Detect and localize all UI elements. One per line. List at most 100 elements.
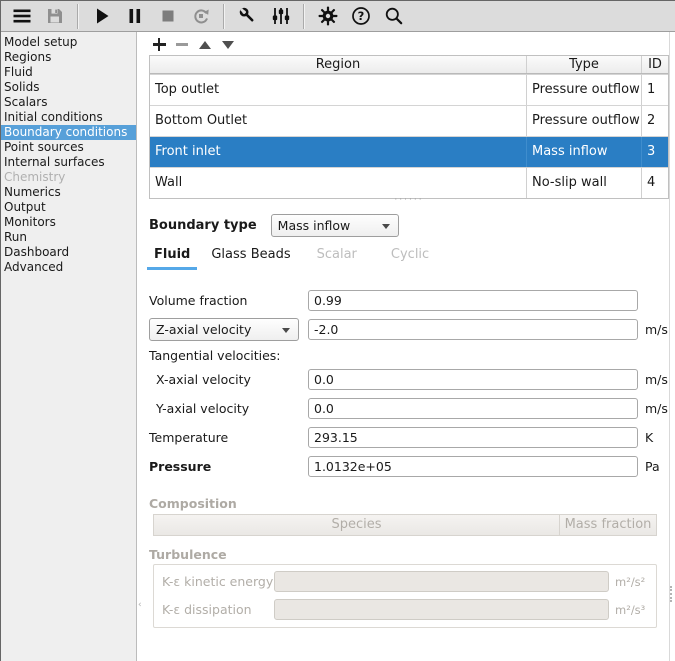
- axial-velocity-row: Z-axial velocity m/s: [149, 319, 669, 340]
- sidebar-item-run[interactable]: Run: [1, 230, 136, 245]
- cell-region: Front inlet: [150, 137, 527, 167]
- region-table-controls: [149, 36, 241, 53]
- move-region-down-button[interactable]: [218, 36, 238, 53]
- sidebar-item-dashboard[interactable]: Dashboard: [1, 245, 136, 260]
- temperature-label: Temperature: [149, 430, 308, 445]
- cell-type: Mass inflow: [527, 137, 642, 167]
- application-window: ? Model setup Regions Fluid Solids Scala…: [0, 0, 675, 661]
- x-axial-velocity-input[interactable]: [308, 369, 638, 390]
- sidebar-item-monitors[interactable]: Monitors: [1, 215, 136, 230]
- table-row[interactable]: Wall No-slip wall 4: [150, 167, 668, 198]
- boundary-type-select[interactable]: Mass inflow: [271, 214, 399, 237]
- sidebar-item-numerics[interactable]: Numerics: [1, 185, 136, 200]
- volume-fraction-label: Volume fraction: [149, 293, 308, 308]
- composition-table: Species Mass fraction: [153, 514, 657, 536]
- search-button[interactable]: [377, 3, 410, 29]
- column-header-region[interactable]: Region: [150, 56, 527, 73]
- reset-button: [184, 3, 217, 29]
- help-button[interactable]: ?: [344, 3, 377, 29]
- turbulence-section-title: Turbulence: [149, 547, 227, 562]
- ke-dissipation-row: K-ε dissipation m²/s³: [162, 599, 648, 620]
- ke-dissipation-label: K-ε dissipation: [162, 602, 274, 617]
- gear-icon: [317, 5, 339, 27]
- search-icon: [383, 5, 405, 27]
- pane-right-border: [669, 32, 670, 661]
- y-axial-velocity-input[interactable]: [308, 398, 638, 419]
- cell-region: Bottom Outlet: [150, 106, 527, 136]
- sidebar-item-regions[interactable]: Regions: [1, 50, 136, 65]
- toolbar-separator: [77, 4, 79, 29]
- cell-type: No-slip wall: [527, 168, 642, 198]
- sidebar-item-solids[interactable]: Solids: [1, 80, 136, 95]
- axial-velocity-unit: m/s: [645, 322, 668, 337]
- temperature-input[interactable]: [308, 427, 638, 448]
- pause-button[interactable]: [118, 3, 151, 29]
- sidebar-item-output[interactable]: Output: [1, 200, 136, 215]
- add-region-button[interactable]: [149, 36, 169, 53]
- save-button: [38, 3, 71, 29]
- pressure-input[interactable]: [308, 456, 638, 477]
- triangle-up-icon: [199, 41, 211, 49]
- boundary-type-row: Boundary type Mass inflow: [149, 214, 399, 237]
- ke-kinetic-energy-unit: m²/s²: [615, 575, 645, 589]
- wrench-icon: [237, 5, 259, 27]
- menu-button[interactable]: [5, 3, 38, 29]
- cell-id: 2: [642, 106, 668, 136]
- sidebar-item-scalars[interactable]: Scalars: [1, 95, 136, 110]
- remove-region-button: [172, 36, 192, 53]
- help-icon: ?: [350, 5, 372, 27]
- axial-velocity-selected-option: Z-axial velocity: [156, 322, 251, 337]
- stop-button: [151, 3, 184, 29]
- x-axial-velocity-label: X-axial velocity: [149, 372, 308, 387]
- settings-button[interactable]: [311, 3, 344, 29]
- table-row-selected[interactable]: Front inlet Mass inflow 3: [150, 136, 668, 167]
- regions-table-header: Region Type ID: [150, 56, 668, 74]
- parameters-button[interactable]: [264, 3, 297, 29]
- y-axial-velocity-unit: m/s: [645, 401, 668, 416]
- volume-fraction-input[interactable]: [308, 290, 638, 311]
- horizontal-splitter-handle[interactable]: ······: [149, 196, 669, 204]
- temperature-unit: K: [645, 430, 653, 445]
- ke-dissipation-unit: m²/s³: [615, 603, 645, 617]
- vertical-splitter-handle[interactable]: [670, 586, 674, 602]
- column-header-type[interactable]: Type: [527, 56, 642, 73]
- sidebar-item-internal-surfaces[interactable]: Internal surfaces: [1, 155, 136, 170]
- sidebar-item-point-sources[interactable]: Point sources: [1, 140, 136, 155]
- run-button[interactable]: [85, 3, 118, 29]
- chevron-down-icon: [282, 328, 290, 333]
- minus-icon: [176, 43, 188, 45]
- tangential-velocities-heading: Tangential velocities:: [149, 348, 669, 364]
- cell-id: 4: [642, 168, 668, 198]
- pressure-label: Pressure: [149, 459, 308, 474]
- move-region-up-button[interactable]: [195, 36, 215, 53]
- sidebar-item-fluid[interactable]: Fluid: [1, 65, 136, 80]
- cell-id: 3: [642, 137, 668, 167]
- fluid-form: Volume fraction Z-axial velocity m/s Tan…: [149, 290, 669, 485]
- phase-tabs: Fluid Glass Beads Scalar Cyclic: [147, 244, 431, 270]
- column-header-id[interactable]: ID: [642, 56, 668, 73]
- sidebar-item-advanced[interactable]: Advanced: [1, 260, 136, 275]
- reset-icon: [190, 5, 212, 27]
- sidebar-collapse-icon[interactable]: ‹: [138, 600, 142, 610]
- sidebar-item-boundary-conditions[interactable]: Boundary conditions: [1, 125, 136, 140]
- play-icon: [91, 5, 113, 27]
- ke-kinetic-energy-input: [274, 571, 609, 592]
- tab-cyclic: Cyclic: [389, 244, 431, 270]
- temperature-row: Temperature K: [149, 427, 669, 448]
- table-row[interactable]: Top outlet Pressure outflow 1: [150, 74, 668, 105]
- y-axial-velocity-label: Y-axial velocity: [149, 401, 308, 416]
- tab-glass-beads[interactable]: Glass Beads: [209, 244, 292, 270]
- tab-scalar: Scalar: [315, 244, 359, 270]
- table-row[interactable]: Bottom Outlet Pressure outflow 2: [150, 105, 668, 136]
- sidebar-item-model-setup[interactable]: Model setup: [1, 35, 136, 50]
- build-button[interactable]: [231, 3, 264, 29]
- tab-fluid[interactable]: Fluid: [147, 244, 197, 270]
- x-axial-velocity-row: X-axial velocity m/s: [149, 369, 669, 390]
- pressure-unit: Pa: [645, 459, 660, 474]
- y-axial-velocity-row: Y-axial velocity m/s: [149, 398, 669, 419]
- cell-region: Wall: [150, 168, 527, 198]
- axial-velocity-select[interactable]: Z-axial velocity: [149, 318, 299, 341]
- sidebar-item-initial-conditions[interactable]: Initial conditions: [1, 110, 136, 125]
- axial-velocity-input[interactable]: [308, 319, 638, 340]
- boundary-type-value: Mass inflow: [278, 218, 351, 233]
